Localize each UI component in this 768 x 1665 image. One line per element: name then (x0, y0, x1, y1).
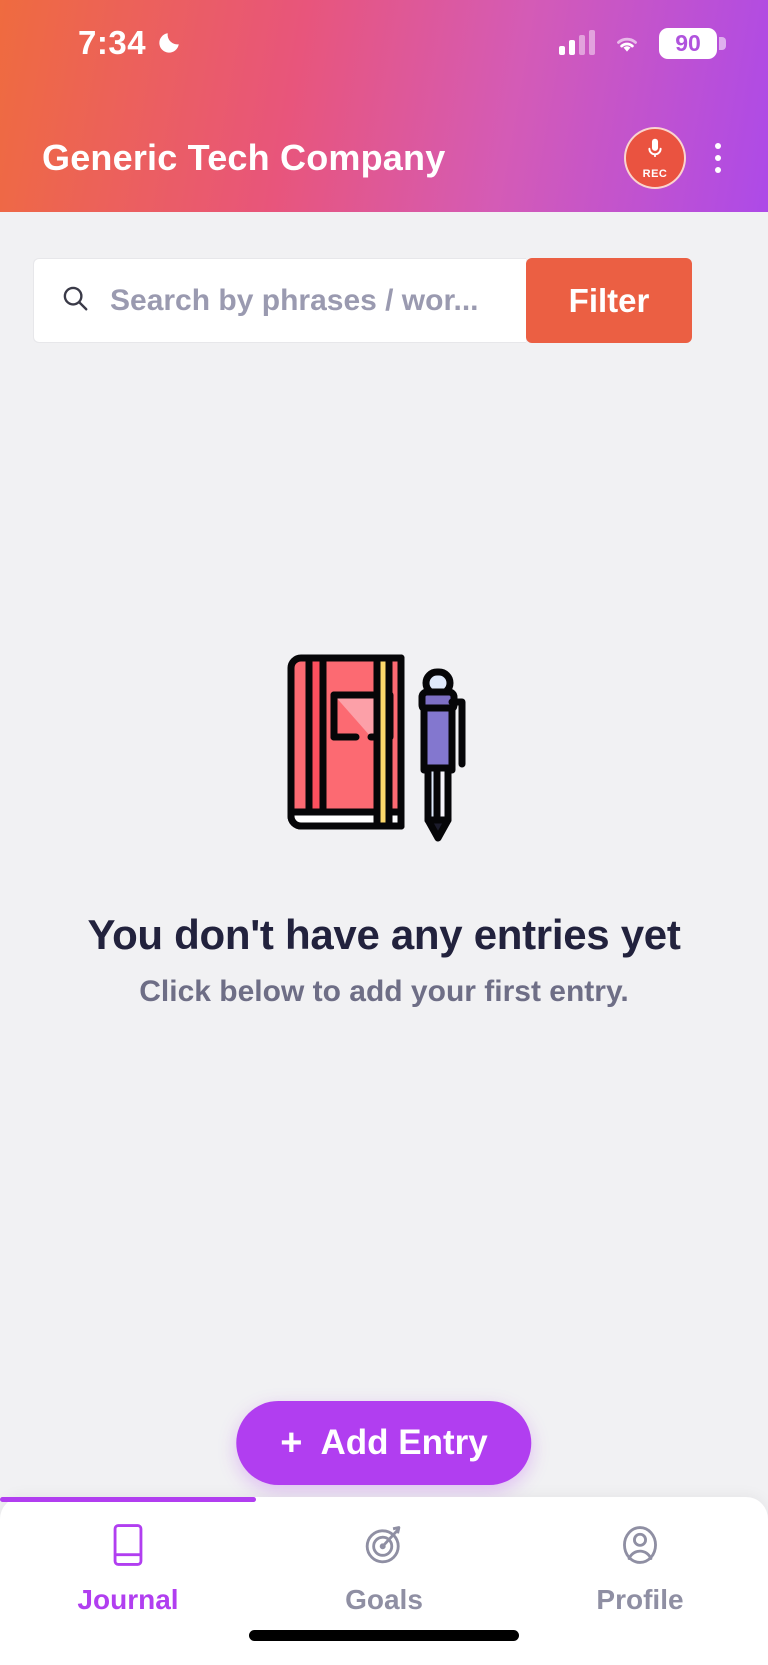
filter-button[interactable]: Filter (526, 258, 692, 343)
status-bar-left: 7:34 (78, 24, 182, 62)
notebook-and-pen-illustration (279, 640, 489, 855)
cellular-signal-icon (559, 30, 595, 55)
status-bar: 7:34 90 (0, 0, 768, 86)
nav-item-journal[interactable]: Journal (0, 1523, 256, 1616)
app-bar: Generic Tech Company REC (0, 112, 768, 204)
search-row: Filter (33, 258, 692, 343)
kebab-menu-icon[interactable] (700, 130, 736, 186)
record-button-label: REC (642, 167, 668, 180)
battery-icon: 90 (659, 27, 726, 59)
bottom-navigation: Journal Goals Profile (0, 1497, 768, 1665)
active-tab-indicator (0, 1497, 256, 1502)
wifi-icon (611, 31, 643, 55)
plus-icon: + (280, 1422, 303, 1464)
status-time: 7:34 (78, 24, 147, 61)
add-entry-button[interactable]: + Add Entry (236, 1401, 532, 1485)
nav-item-profile[interactable]: Profile (512, 1523, 768, 1616)
search-box[interactable] (33, 258, 526, 343)
crescent-moon-icon (156, 30, 182, 56)
gradient-header: 7:34 90 Generic Tech Company REC (0, 0, 768, 212)
empty-state-subtitle: Click below to add your first entry. (139, 975, 629, 1008)
battery-level-label: 90 (675, 29, 701, 56)
nav-label-journal: Journal (77, 1584, 179, 1615)
search-icon (60, 283, 90, 318)
person-circle-icon (619, 1523, 661, 1572)
target-icon (363, 1523, 405, 1572)
empty-state-title: You don't have any entries yet (87, 911, 681, 958)
microphone-icon (644, 137, 666, 168)
status-bar-right: 90 (559, 27, 726, 59)
add-entry-label: Add Entry (320, 1423, 488, 1462)
app-bar-actions: REC (624, 127, 736, 189)
nav-item-goals[interactable]: Goals (256, 1523, 512, 1616)
page-title: Generic Tech Company (42, 137, 446, 178)
nav-label-profile: Profile (596, 1584, 684, 1615)
empty-state: You don't have any entries yet Click bel… (0, 640, 768, 1009)
book-icon (108, 1523, 148, 1572)
record-button[interactable]: REC (624, 127, 686, 189)
nav-label-goals: Goals (345, 1584, 423, 1615)
search-input[interactable] (110, 283, 500, 318)
home-indicator (249, 1630, 519, 1641)
app-screen: 7:34 90 Generic Tech Company REC Search … (0, 0, 768, 1665)
